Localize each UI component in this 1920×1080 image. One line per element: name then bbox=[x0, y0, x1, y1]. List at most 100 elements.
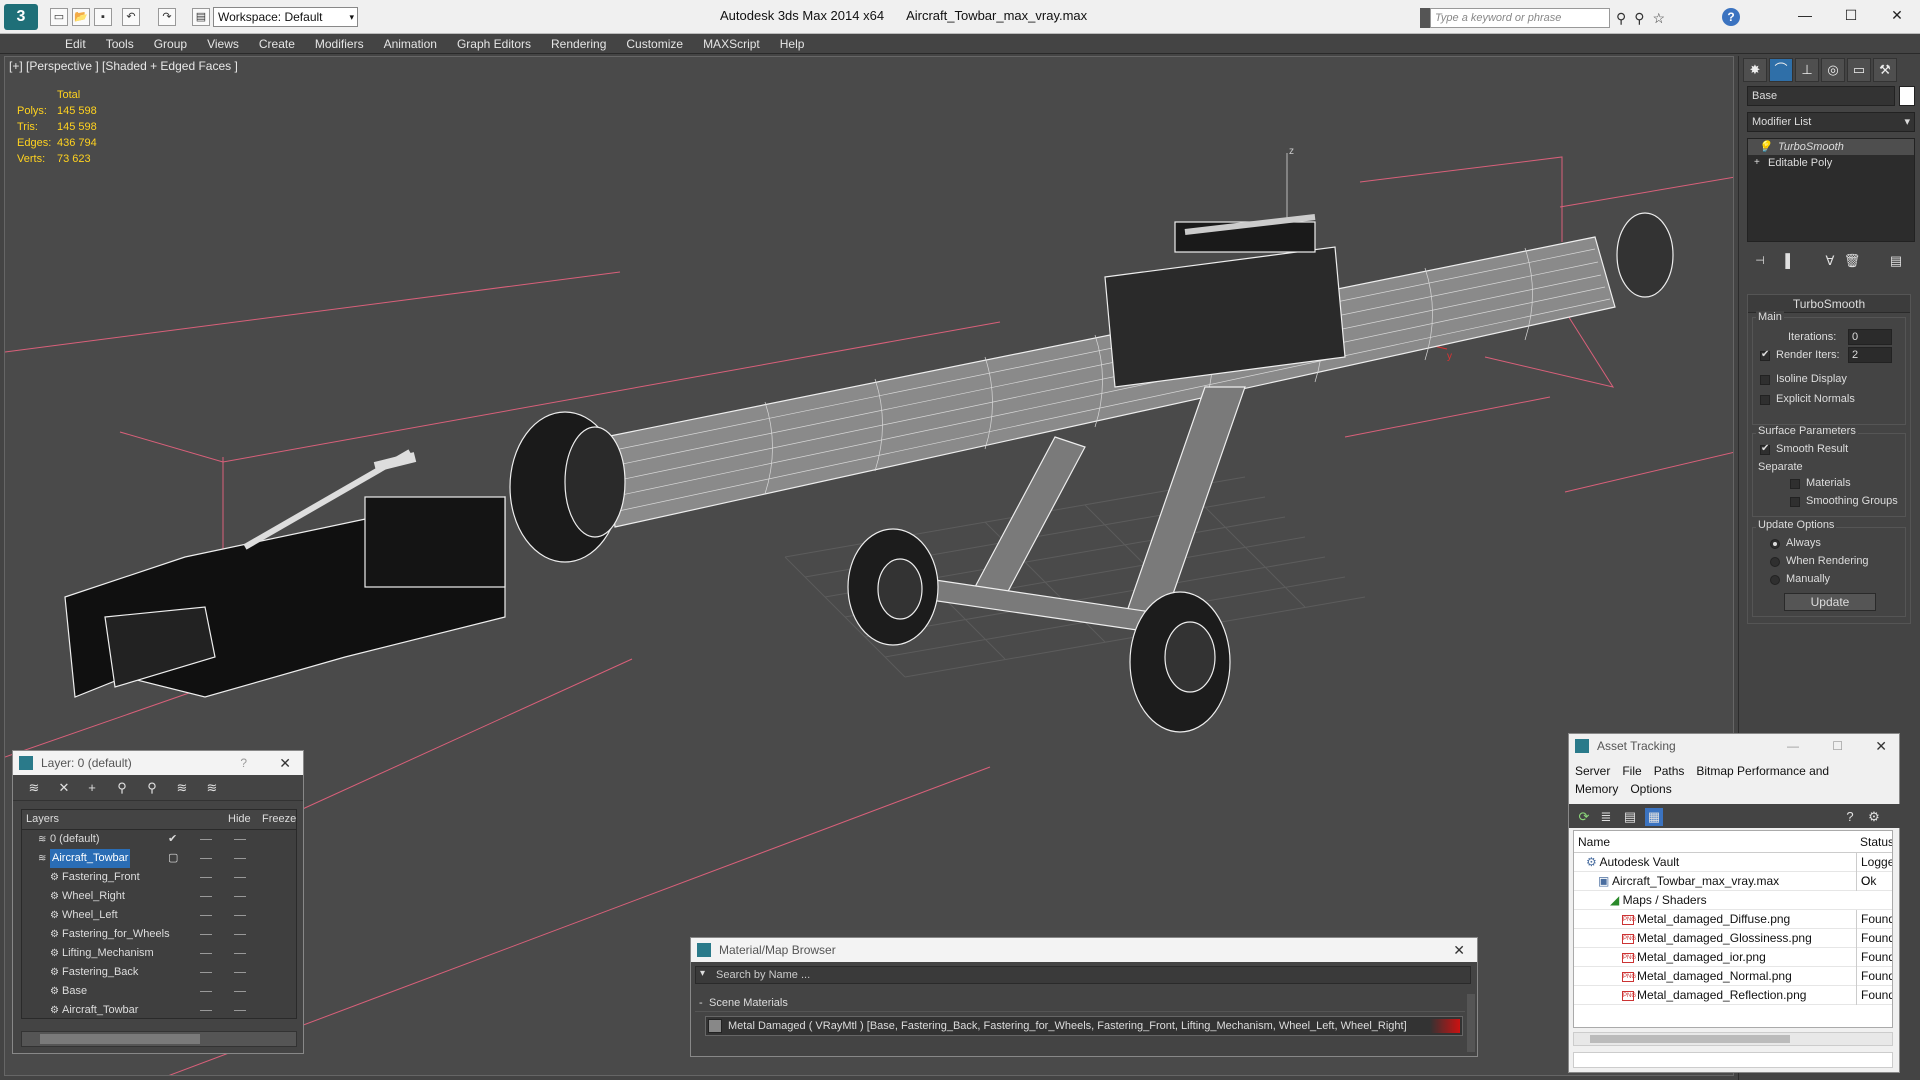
hierarchy-tab-icon[interactable]: ⊥ bbox=[1795, 58, 1819, 82]
freeze-toggle[interactable] bbox=[234, 953, 246, 954]
manually-radio[interactable] bbox=[1770, 575, 1780, 585]
list-view-icon[interactable]: ≣ bbox=[1597, 808, 1615, 826]
help-button[interactable]: ? bbox=[240, 751, 247, 775]
freeze-toggle[interactable] bbox=[234, 1010, 246, 1011]
menu-item-modifiers[interactable]: Modifiers bbox=[305, 34, 374, 54]
layer-row[interactable]: ⚙ Aircraft_Towbar bbox=[22, 1001, 296, 1018]
update-button[interactable]: Update bbox=[1784, 593, 1876, 611]
hide-toggle[interactable] bbox=[200, 858, 212, 859]
expand-plus-icon[interactable]: + bbox=[1754, 155, 1760, 171]
close-button[interactable]: ✕ bbox=[1875, 734, 1887, 758]
hide-toggle[interactable] bbox=[200, 1010, 212, 1011]
layer-name[interactable]: Fastering_Front bbox=[62, 868, 140, 887]
always-radio[interactable] bbox=[1770, 539, 1780, 549]
maximize-button[interactable]: ☐ bbox=[1832, 734, 1843, 758]
highlight-selected-icon[interactable]: ⚲ bbox=[143, 779, 161, 797]
iterations-spinner[interactable]: 0 bbox=[1848, 329, 1892, 345]
tree-view-icon[interactable]: ▤ bbox=[1621, 808, 1639, 826]
layer-row[interactable]: ⚙ Fastering_Back bbox=[22, 963, 296, 982]
menu-item-edit[interactable]: Edit bbox=[55, 34, 96, 54]
asset-horizontal-scrollbar[interactable] bbox=[1573, 1032, 1893, 1046]
configure-sets-icon[interactable]: ▤ bbox=[1887, 252, 1905, 270]
menu-item-rendering[interactable]: Rendering bbox=[541, 34, 616, 54]
close-button[interactable]: ✕ bbox=[1453, 938, 1465, 962]
layer-name[interactable]: Aircraft_Towbar bbox=[62, 1001, 138, 1018]
col-name[interactable]: Name bbox=[1578, 835, 1610, 849]
material-item[interactable]: Metal Damaged ( VRayMtl ) [Base, Fasteri… bbox=[705, 1016, 1463, 1036]
display-tab-icon[interactable]: ▭ bbox=[1847, 58, 1871, 82]
menu-item-group[interactable]: Group bbox=[144, 34, 197, 54]
modify-tab-icon[interactable]: ⌒ bbox=[1769, 58, 1793, 82]
layer-row[interactable]: ⚙ Fastering_for_Wheels bbox=[22, 925, 296, 944]
app-logo-icon[interactable]: 3 bbox=[4, 4, 38, 30]
chevron-down-icon[interactable]: ▾ bbox=[700, 968, 705, 979]
create-layer-icon[interactable]: ≋ bbox=[25, 779, 43, 797]
menu-item-animation[interactable]: Animation bbox=[374, 34, 447, 54]
help-icon[interactable]: ? bbox=[1722, 8, 1740, 26]
col-freeze[interactable]: Freeze bbox=[262, 813, 296, 825]
scroll-thumb[interactable] bbox=[1590, 1035, 1790, 1043]
layer-name[interactable]: Aircraft_Towbar bbox=[50, 849, 131, 868]
help-icon[interactable]: ? bbox=[1841, 808, 1859, 826]
hide-toggle[interactable] bbox=[200, 915, 212, 916]
current-layer-check-icon[interactable]: ✔ bbox=[168, 830, 177, 849]
search-tools-icons[interactable]: ⚲⚲☆ bbox=[1616, 10, 1673, 27]
freeze-toggle[interactable] bbox=[234, 934, 246, 935]
col-status[interactable]: Status bbox=[1860, 835, 1892, 849]
search-expand-icon[interactable] bbox=[1420, 8, 1430, 28]
asset-row[interactable]: PNGMetal_damaged_Diffuse.png Found bbox=[1574, 910, 1892, 929]
render-iters-spinner[interactable]: 2 bbox=[1848, 347, 1892, 363]
freeze-toggle[interactable] bbox=[234, 991, 246, 992]
layer-row[interactable]: ⚙ Wheel_Right bbox=[22, 887, 296, 906]
save-file-icon[interactable]: ▪ bbox=[94, 8, 112, 26]
hide-toggle[interactable] bbox=[200, 953, 212, 954]
layer-horizontal-scrollbar[interactable] bbox=[21, 1031, 297, 1047]
scroll-thumb[interactable] bbox=[40, 1034, 200, 1044]
smoothing-groups-checkbox[interactable] bbox=[1790, 497, 1800, 507]
close-button[interactable]: ✕ bbox=[279, 751, 291, 775]
stack-item-turbosmooth[interactable]: 💡 TurboSmooth bbox=[1748, 139, 1914, 155]
show-end-result-icon[interactable]: ▌ bbox=[1781, 252, 1799, 270]
layer-row[interactable]: ≋ 0 (default) ✔ bbox=[22, 830, 296, 849]
create-tab-icon[interactable]: ✸ bbox=[1743, 58, 1767, 82]
search-input[interactable]: Type a keyword or phrase bbox=[1430, 8, 1610, 28]
layer-name[interactable]: Lifting_Mechanism bbox=[62, 944, 154, 963]
hide-toggle[interactable] bbox=[200, 877, 212, 878]
refresh-icon[interactable]: ⟳ bbox=[1575, 808, 1593, 826]
object-color-swatch[interactable] bbox=[1899, 86, 1915, 106]
object-name-field[interactable]: Base bbox=[1747, 86, 1895, 106]
layer-row[interactable]: ⚙ Wheel_Left bbox=[22, 906, 296, 925]
utilities-tab-icon[interactable]: ⚒ bbox=[1873, 58, 1897, 82]
minimize-button[interactable]: — bbox=[1782, 0, 1828, 30]
explicit-normals-checkbox[interactable] bbox=[1760, 395, 1770, 405]
settings-icon[interactable]: ⚙ bbox=[1865, 808, 1883, 826]
asset-row[interactable]: ▣ Aircraft_Towbar_max_vray.max Ok bbox=[1574, 872, 1892, 891]
asset-row[interactable]: PNGMetal_damaged_ior.png Found bbox=[1574, 948, 1892, 967]
select-objects-icon[interactable]: ⚲ bbox=[113, 779, 131, 797]
when-rendering-radio[interactable] bbox=[1770, 557, 1780, 567]
remove-modifier-icon[interactable]: 🗑 bbox=[1843, 252, 1861, 270]
maximize-button[interactable]: ☐ bbox=[1828, 0, 1874, 30]
layer-name[interactable]: Wheel_Left bbox=[62, 906, 118, 925]
smooth-result-checkbox[interactable] bbox=[1760, 443, 1770, 455]
hide-toggle[interactable] bbox=[200, 896, 212, 897]
menu-item-tools[interactable]: Tools bbox=[96, 34, 144, 54]
workspace-dropdown[interactable]: Workspace: Default ▾ bbox=[213, 7, 358, 27]
close-button[interactable]: ✕ bbox=[1874, 0, 1920, 30]
asset-row[interactable]: PNGMetal_damaged_Glossiness.png Found bbox=[1574, 929, 1892, 948]
asset-menu-paths[interactable]: Paths bbox=[1654, 764, 1685, 778]
layer-name[interactable]: 0 (default) bbox=[50, 830, 100, 849]
lightbulb-icon[interactable]: 💡 bbox=[1758, 139, 1772, 155]
col-layers[interactable]: Layers bbox=[26, 813, 59, 825]
freeze-toggle[interactable] bbox=[234, 972, 246, 973]
make-unique-icon[interactable]: ∀ bbox=[1821, 252, 1839, 270]
delete-layer-icon[interactable]: ✕ bbox=[55, 779, 73, 797]
freeze-toggle[interactable] bbox=[234, 839, 246, 840]
motion-tab-icon[interactable]: ◎ bbox=[1821, 58, 1845, 82]
menu-item-maxscript[interactable]: MAXScript bbox=[693, 34, 770, 54]
render-iters-checkbox[interactable] bbox=[1760, 349, 1770, 361]
hide-toggle[interactable] bbox=[200, 934, 212, 935]
hide-toggle[interactable] bbox=[200, 991, 212, 992]
collapse-icon[interactable]: - bbox=[699, 997, 703, 1009]
layer-row[interactable]: ⚙ Base bbox=[22, 982, 296, 1001]
